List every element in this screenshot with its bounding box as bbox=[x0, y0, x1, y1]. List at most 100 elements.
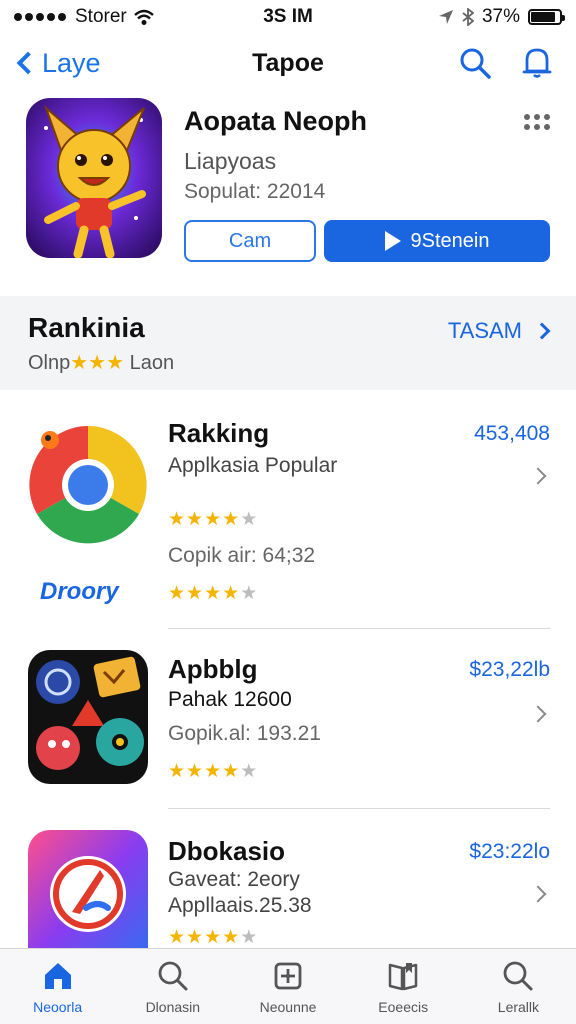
app-name: Dbokasio bbox=[168, 836, 286, 866]
search-icon bbox=[158, 961, 188, 990]
star-rating: ★★★★★ bbox=[168, 582, 258, 605]
navigation-bar: Laye Tapoe bbox=[0, 38, 576, 88]
star-empty-icon: ★ bbox=[240, 509, 259, 530]
star-filled-icon: ★ bbox=[204, 509, 223, 530]
book-icon bbox=[388, 962, 418, 990]
star-filled-icon: ★ bbox=[222, 583, 241, 604]
list-item[interactable]: Droory Rakking 453,408 Applkasia Popular… bbox=[0, 418, 576, 629]
featured-app-name: Aopata Neoph bbox=[184, 106, 368, 136]
battery-percent: 37% bbox=[481, 6, 520, 27]
star-filled-icon: ★ bbox=[186, 509, 205, 530]
star-filled-icon: ★ bbox=[204, 583, 223, 604]
star-filled-icon: ★ bbox=[222, 761, 241, 782]
location-icon bbox=[438, 10, 453, 24]
star-rating: ★★★★★ bbox=[168, 926, 258, 949]
star-filled-icon: ★ bbox=[186, 927, 205, 948]
app-price: $23,22lb bbox=[469, 658, 550, 681]
search-icon bbox=[504, 961, 533, 990]
app-description: Pahak 12600 bbox=[168, 688, 292, 711]
star-filled-icon: ★ bbox=[204, 927, 223, 948]
app-icon-music bbox=[28, 830, 148, 948]
star-filled-icon: ★ bbox=[204, 761, 223, 782]
app-icon-game bbox=[28, 650, 148, 784]
list-item[interactable]: Dbokasio $23:22lo Gaveat: 2eory Appllaai… bbox=[0, 830, 576, 948]
ranking-sub-prefix: Olnp bbox=[28, 352, 71, 374]
tab-add[interactable]: Neounne bbox=[230, 949, 345, 1024]
tab-home[interactable]: Neoorla bbox=[0, 949, 115, 1024]
chevron-right-icon[interactable] bbox=[529, 885, 547, 903]
tab-search[interactable]: Dlonasin bbox=[115, 949, 230, 1024]
play-button-label: 9Stenein bbox=[410, 229, 490, 252]
ranking-title: Rankinia bbox=[28, 312, 145, 343]
app-price: $23:22lo bbox=[469, 840, 550, 863]
tab-label: Neoorla bbox=[33, 998, 83, 1015]
ranking-subtitle: Olnp★★★ Laon bbox=[28, 350, 174, 375]
wifi-icon bbox=[133, 9, 154, 25]
home-icon bbox=[44, 962, 71, 989]
see-all-label: TASAM bbox=[447, 318, 522, 343]
app-price: 453,408 bbox=[474, 422, 550, 445]
featured-app-icon bbox=[26, 98, 162, 258]
star-filled-icon: ★ bbox=[168, 509, 187, 530]
signal-strength-icon bbox=[14, 13, 66, 21]
app-name: Apbblg bbox=[168, 654, 258, 684]
ranking-stars: ★★★ bbox=[70, 352, 125, 374]
tab-label: Lerallk bbox=[497, 998, 540, 1015]
app-name: Rakking bbox=[168, 418, 270, 448]
more-options-icon[interactable] bbox=[524, 114, 550, 130]
battery-icon bbox=[528, 9, 565, 25]
status-bar: Storer 3S IM 37% bbox=[0, 0, 576, 34]
star-filled-icon: ★ bbox=[168, 761, 187, 782]
secondary-button[interactable]: Cam bbox=[184, 220, 316, 262]
featured-app-subtitle: Liapyoas bbox=[184, 148, 277, 174]
star-filled-icon: ★ bbox=[222, 509, 241, 530]
battery-level bbox=[531, 12, 555, 22]
featured-app[interactable]: Aopata Neoph Liapyoas Sopulat: 22014 Cam… bbox=[0, 98, 576, 278]
star-filled-icon: ★ bbox=[168, 583, 187, 604]
add-box-icon bbox=[274, 962, 302, 989]
tab-search-2[interactable]: Lerallk bbox=[461, 949, 576, 1024]
bell-icon[interactable] bbox=[520, 46, 554, 80]
tab-library[interactable]: Eoeecis bbox=[346, 949, 461, 1024]
app-meta: Gopik.al: 193.21 bbox=[168, 722, 321, 745]
app-meta: Appllaais.25.38 bbox=[168, 894, 312, 917]
app-icon-chrome bbox=[28, 418, 148, 552]
star-filled-icon: ★ bbox=[222, 927, 241, 948]
star-filled-icon: ★ bbox=[186, 583, 205, 604]
row-divider bbox=[168, 628, 550, 629]
back-button[interactable]: Laye bbox=[14, 48, 101, 79]
chevron-right-icon[interactable] bbox=[529, 467, 547, 485]
featured-app-meta: Sopulat: 22014 bbox=[184, 180, 326, 203]
row-divider bbox=[168, 808, 550, 809]
play-button[interactable]: 9Stenein bbox=[324, 220, 550, 262]
app-description: Gaveat: 2eory bbox=[168, 868, 300, 891]
status-left: Storer bbox=[14, 6, 155, 28]
tab-label: Eoeecis bbox=[378, 998, 429, 1015]
carrier-label: Storer bbox=[75, 6, 127, 27]
star-filled-icon: ★ bbox=[186, 761, 205, 782]
chevron-right-icon bbox=[533, 322, 551, 340]
star-filled-icon: ★ bbox=[168, 927, 187, 948]
back-label: Laye bbox=[42, 47, 101, 78]
chevron-left-icon bbox=[16, 51, 40, 75]
star-rating: ★★★★★ bbox=[168, 760, 258, 783]
list-item[interactable]: Apbblg $23,22lb Pahak 12600 Gopik.al: 19… bbox=[0, 650, 576, 810]
star-rating: ★★★★★ bbox=[168, 508, 258, 531]
search-icon[interactable] bbox=[458, 46, 492, 80]
ranking-sub-suffix: Laon bbox=[129, 352, 175, 374]
tab-label: Dlonasin bbox=[145, 998, 201, 1015]
star-empty-icon: ★ bbox=[240, 761, 259, 782]
brand-logo-text: Droory bbox=[40, 578, 119, 605]
chevron-right-icon[interactable] bbox=[529, 705, 547, 723]
see-all-link[interactable]: TASAM bbox=[447, 318, 551, 344]
star-empty-icon: ★ bbox=[240, 927, 259, 948]
nav-actions bbox=[458, 46, 554, 80]
bluetooth-icon bbox=[462, 8, 474, 26]
play-icon bbox=[384, 231, 401, 251]
app-description: Applkasia Popular bbox=[168, 454, 338, 477]
tab-label: Neounne bbox=[259, 998, 317, 1015]
ranking-section-header: Rankinia Olnp★★★ Laon TASAM bbox=[0, 296, 576, 390]
status-right: 37% bbox=[438, 6, 565, 28]
app-meta: Copik air: 64;32 bbox=[168, 544, 316, 567]
tab-bar: Neoorla Dlonasin Neounne Eoeecis Lerallk bbox=[0, 948, 576, 1024]
